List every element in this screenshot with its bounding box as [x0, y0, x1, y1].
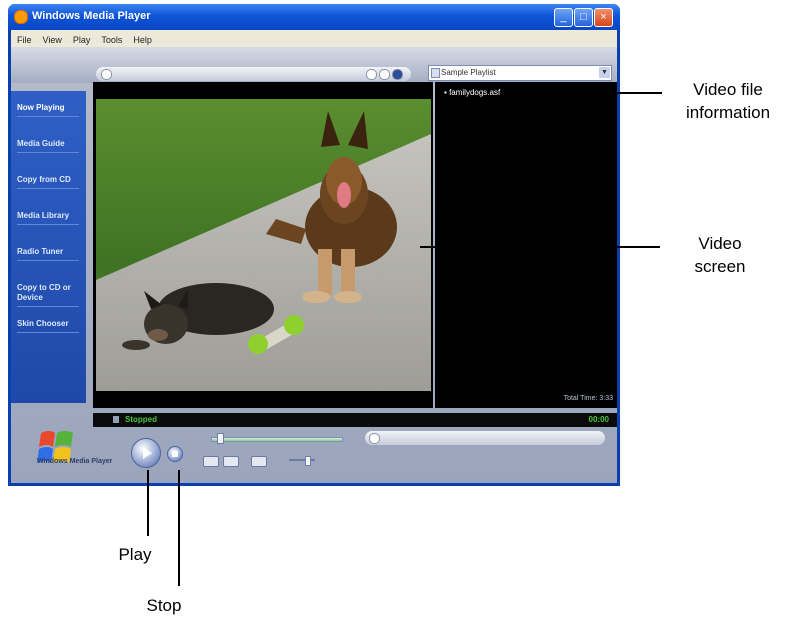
maximize-icon[interactable]: □ — [574, 8, 593, 27]
stop-icon — [172, 451, 178, 457]
hide-menu-button[interactable] — [101, 69, 112, 80]
status-bar: Stopped 00:00 — [93, 413, 617, 427]
callout-play: Play — [118, 545, 152, 564]
app-icon — [14, 10, 28, 24]
minimize-icon[interactable]: _ — [554, 8, 573, 27]
callout-video-file-information: Video file information — [666, 78, 790, 124]
volume-thumb[interactable] — [305, 456, 311, 466]
menu-tools[interactable]: Tools — [95, 32, 127, 45]
taskbar-item-now-playing[interactable]: Now Playing — [17, 103, 79, 117]
chevron-down-icon[interactable]: ▼ — [599, 67, 610, 78]
close-icon[interactable]: × — [594, 8, 613, 27]
callout-line-file-info — [510, 92, 662, 94]
status-icon — [113, 416, 119, 423]
total-time: Total Time: 3:33 — [563, 395, 613, 402]
taskbar-item-radio-tuner[interactable]: Radio Tuner — [17, 247, 79, 261]
status-text: Stopped — [125, 415, 157, 424]
taskbar-item-media-library[interactable]: Media Library — [17, 211, 79, 225]
stop-button[interactable] — [167, 446, 183, 462]
playlist-selected: Sample Playlist — [441, 68, 496, 77]
taskbar-item-media-guide[interactable]: Media Guide — [17, 139, 79, 153]
visualization-next-button[interactable] — [379, 69, 390, 80]
status-time: 00:00 — [588, 415, 609, 424]
menu-file[interactable]: File — [11, 32, 37, 45]
window-title: Windows Media Player — [32, 10, 151, 22]
callout-line-video-screen — [420, 246, 660, 248]
play-button[interactable] — [131, 438, 161, 468]
volume-slider[interactable] — [289, 459, 315, 461]
menu-play[interactable]: Play — [67, 32, 96, 45]
enhancements-toggle-button[interactable] — [369, 433, 380, 444]
menu-bar: File View Play Tools Help — [11, 30, 617, 47]
mute-button[interactable] — [251, 456, 267, 467]
playback-controls — [131, 431, 609, 479]
callout-stop: Stop — [146, 596, 182, 615]
menu-help[interactable]: Help — [127, 32, 157, 45]
video-header-bar — [96, 67, 411, 81]
playlist-icon — [431, 68, 440, 78]
play-icon — [143, 447, 152, 459]
callout-text-video-file: Video file — [693, 80, 763, 99]
player-body: Sample Playlist ▼ Now Playing Media Guid… — [11, 47, 617, 483]
title-bar[interactable]: Windows Media Player _ □ × — [8, 4, 620, 30]
menu-view[interactable]: View — [37, 32, 67, 45]
seek-bar[interactable] — [211, 437, 343, 442]
callout-line-play — [147, 470, 149, 536]
visualization-prev-button[interactable] — [366, 69, 377, 80]
logo-text: Windows Media Player — [37, 458, 113, 465]
callout-line-stop — [178, 470, 180, 586]
playlist-dropdown[interactable]: Sample Playlist ▼ — [428, 65, 612, 81]
seek-thumb[interactable] — [217, 433, 224, 444]
taskbar-item-copy-to-cd[interactable]: Copy to CD or Device — [17, 283, 79, 307]
callout-text-information: information — [685, 103, 771, 122]
taskbar-item-copy-from-cd[interactable]: Copy from CD — [17, 175, 79, 189]
windows-logo-icon — [37, 431, 73, 463]
taskbar: Now Playing Media Guide Copy from CD Med… — [11, 91, 86, 403]
dogs-illustration — [122, 111, 397, 354]
file-name: familydogs.asf — [449, 88, 501, 97]
playlist-panel: ▪ familydogs.asf Total Time: 3:33 — [435, 82, 617, 408]
video-frame — [96, 99, 431, 391]
callout-video-screen: Video screen — [672, 232, 768, 278]
fullscreen-button[interactable] — [392, 69, 403, 80]
playlist-entry[interactable]: ▪ familydogs.asf — [444, 88, 500, 97]
callout-text-screen: screen — [694, 257, 746, 276]
enhancements-bar — [365, 431, 605, 445]
media-player-window: Windows Media Player _ □ × File View Play T… — [8, 4, 620, 486]
previous-button[interactable] — [203, 456, 219, 467]
callout-text-video: Video — [698, 234, 742, 253]
taskbar-item-skin-chooser[interactable]: Skin Chooser — [17, 319, 79, 333]
video-screen[interactable] — [93, 82, 433, 408]
next-button[interactable] — [223, 456, 239, 467]
